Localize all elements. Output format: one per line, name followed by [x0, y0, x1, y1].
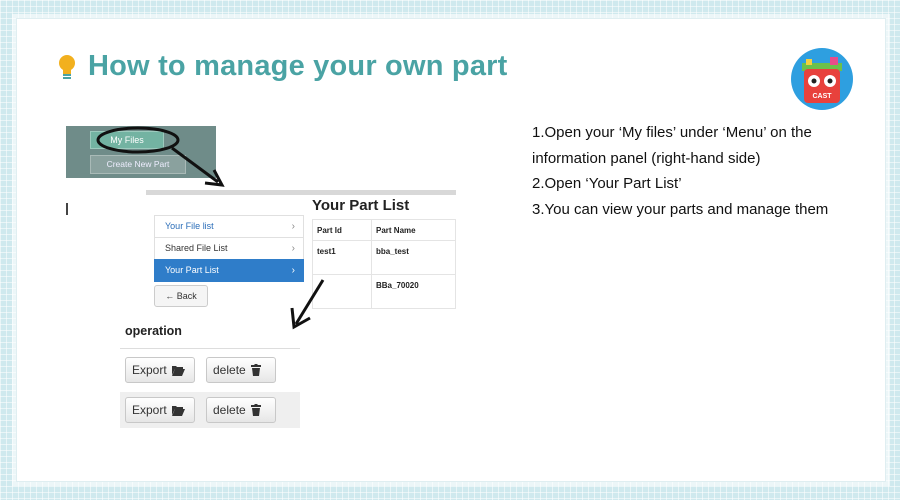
highlight-circle [96, 126, 180, 154]
arrow-line [171, 146, 219, 184]
annotation-arrows [96, 126, 325, 330]
